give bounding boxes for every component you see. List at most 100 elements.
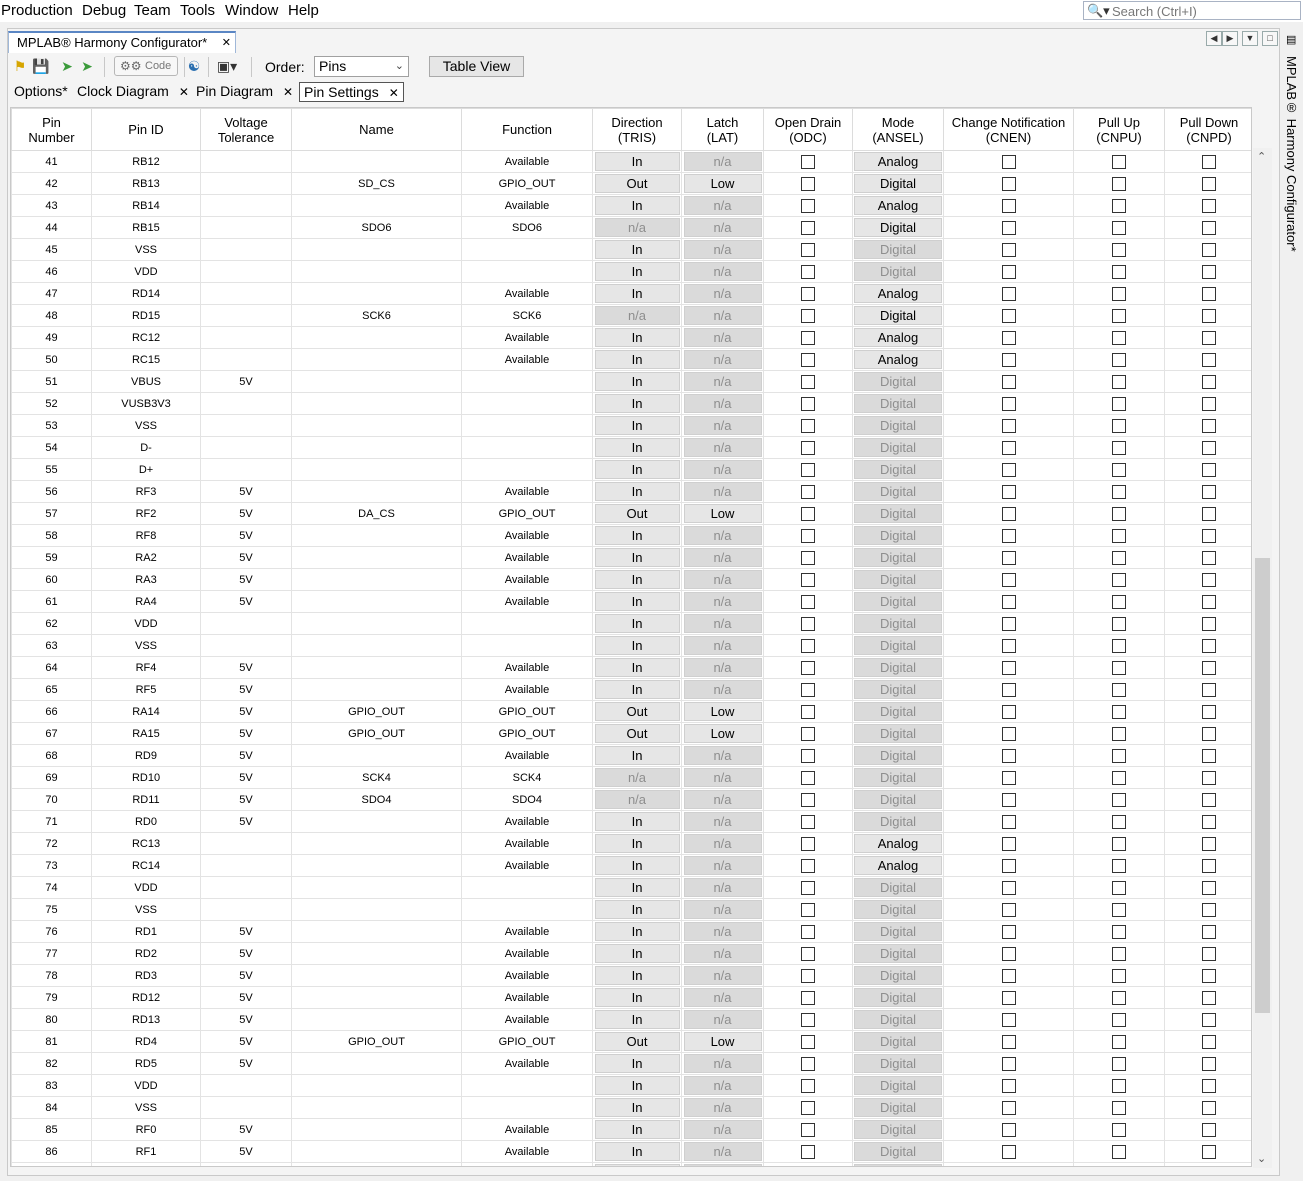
open-drain-checkbox[interactable]	[801, 198, 815, 213]
open-drain-checkbox[interactable]	[801, 1056, 815, 1071]
pull-down-checkbox[interactable]	[1202, 1144, 1216, 1159]
mode-toggle[interactable]: Digital	[854, 174, 942, 193]
mode-toggle[interactable]: Analog	[854, 350, 942, 369]
menu-help[interactable]: Help	[288, 2, 319, 19]
mode-toggle[interactable]: Digital	[854, 218, 942, 237]
change-notification-checkbox[interactable]	[1001, 242, 1016, 257]
change-notification-checkbox[interactable]	[1001, 286, 1016, 301]
change-notification-checkbox[interactable]	[1001, 704, 1016, 719]
change-notification-checkbox[interactable]	[1001, 220, 1016, 235]
change-notification-checkbox[interactable]	[1001, 968, 1016, 983]
open-drain-checkbox[interactable]	[801, 594, 815, 609]
pull-up-checkbox[interactable]	[1112, 1100, 1126, 1115]
change-notification-checkbox[interactable]	[1001, 374, 1016, 389]
pull-down-checkbox[interactable]	[1202, 506, 1216, 521]
pull-up-checkbox[interactable]	[1112, 242, 1126, 257]
open-drain-checkbox[interactable]	[801, 1122, 815, 1137]
change-notification-checkbox[interactable]	[1001, 924, 1016, 939]
change-notification-checkbox[interactable]	[1001, 748, 1016, 763]
pull-up-checkbox[interactable]	[1112, 154, 1126, 169]
pull-up-checkbox[interactable]	[1112, 616, 1126, 631]
close-icon[interactable]: ✕	[389, 86, 399, 100]
open-drain-checkbox[interactable]	[801, 770, 815, 785]
pull-up-checkbox[interactable]	[1112, 286, 1126, 301]
open-drain-checkbox[interactable]	[801, 1167, 815, 1168]
menu-team[interactable]: Team	[134, 2, 171, 19]
change-notification-checkbox[interactable]	[1001, 154, 1016, 169]
change-notification-checkbox[interactable]	[1001, 792, 1016, 807]
pull-down-checkbox[interactable]	[1202, 550, 1216, 565]
scrollbar-thumb[interactable]	[1255, 558, 1270, 1013]
pull-up-checkbox[interactable]	[1112, 550, 1126, 565]
open-drain-checkbox[interactable]	[801, 968, 815, 983]
change-notification-checkbox[interactable]	[1001, 440, 1016, 455]
open-drain-checkbox[interactable]	[801, 264, 815, 279]
pull-down-checkbox[interactable]	[1202, 704, 1216, 719]
scroll-down-icon[interactable]: ⌄	[1257, 1152, 1266, 1165]
pull-up-checkbox[interactable]	[1112, 660, 1126, 675]
change-notification-checkbox[interactable]	[1001, 660, 1016, 675]
col-header-mode[interactable]: Mode (ANSEL)	[852, 108, 944, 151]
pull-up-checkbox[interactable]	[1112, 1167, 1126, 1168]
open-drain-checkbox[interactable]	[801, 704, 815, 719]
latch-toggle[interactable]: Low	[683, 702, 762, 721]
open-drain-checkbox[interactable]	[801, 638, 815, 653]
open-drain-checkbox[interactable]	[801, 792, 815, 807]
menu-debug[interactable]: Debug	[82, 2, 126, 19]
pull-down-checkbox[interactable]	[1202, 286, 1216, 301]
pull-up-checkbox[interactable]	[1112, 1078, 1126, 1093]
menu-window[interactable]: Window	[225, 2, 278, 19]
direction-toggle[interactable]: In	[594, 856, 680, 875]
col-header-direction[interactable]: Direction (TRIS)	[592, 108, 682, 151]
open-drain-checkbox[interactable]	[801, 748, 815, 763]
pull-up-checkbox[interactable]	[1112, 462, 1126, 477]
direction-toggle[interactable]: In	[594, 548, 680, 567]
direction-toggle[interactable]: Out	[594, 702, 680, 721]
direction-toggle[interactable]: In	[594, 680, 680, 699]
pull-up-checkbox[interactable]	[1112, 704, 1126, 719]
pull-down-checkbox[interactable]	[1202, 308, 1216, 323]
pull-down-checkbox[interactable]	[1202, 440, 1216, 455]
pull-down-checkbox[interactable]	[1202, 1167, 1216, 1168]
pull-up-checkbox[interactable]	[1112, 1056, 1126, 1071]
pull-down-checkbox[interactable]	[1202, 682, 1216, 697]
menu-production[interactable]: Production	[1, 2, 73, 19]
open-drain-checkbox[interactable]	[801, 374, 815, 389]
change-notification-checkbox[interactable]	[1001, 550, 1016, 565]
direction-toggle[interactable]: In	[594, 460, 680, 479]
change-notification-checkbox[interactable]	[1001, 1144, 1016, 1159]
pull-up-checkbox[interactable]	[1112, 594, 1126, 609]
change-notification-checkbox[interactable]	[1001, 484, 1016, 499]
open-drain-checkbox[interactable]	[801, 902, 815, 917]
pull-up-checkbox[interactable]	[1112, 374, 1126, 389]
change-notification-checkbox[interactable]	[1001, 836, 1016, 851]
close-icon[interactable]: ✕	[222, 36, 231, 49]
direction-toggle[interactable]: In	[594, 1010, 680, 1029]
change-notification-checkbox[interactable]	[1001, 638, 1016, 653]
tab-options[interactable]: Options*	[14, 82, 68, 102]
col-header-pin-number[interactable]: Pin Number	[11, 108, 92, 151]
pull-down-checkbox[interactable]	[1202, 176, 1216, 191]
direction-toggle[interactable]: In	[594, 1054, 680, 1073]
col-header-pull-up[interactable]: Pull Up (CNPU)	[1073, 108, 1165, 151]
pull-down-checkbox[interactable]	[1202, 220, 1216, 235]
open-drain-checkbox[interactable]	[801, 242, 815, 257]
open-drain-checkbox[interactable]	[801, 220, 815, 235]
direction-toggle[interactable]: In	[594, 394, 680, 413]
pull-down-checkbox[interactable]	[1202, 968, 1216, 983]
direction-toggle[interactable]: In	[594, 1120, 680, 1139]
open-drain-checkbox[interactable]	[801, 462, 815, 477]
open-drain-checkbox[interactable]	[801, 924, 815, 939]
direction-toggle[interactable]: In	[594, 152, 680, 171]
col-header-function[interactable]: Function	[461, 108, 593, 151]
change-notification-checkbox[interactable]	[1001, 946, 1016, 961]
open-drain-checkbox[interactable]	[801, 1078, 815, 1093]
pull-down-checkbox[interactable]	[1202, 1034, 1216, 1049]
pull-down-checkbox[interactable]	[1202, 770, 1216, 785]
change-notification-checkbox[interactable]	[1001, 990, 1016, 1005]
scroll-tabs-right-icon[interactable]: ▶	[1222, 31, 1238, 46]
change-notification-checkbox[interactable]	[1001, 814, 1016, 829]
pull-up-checkbox[interactable]	[1112, 1012, 1126, 1027]
import-icon[interactable]: ➤	[58, 57, 76, 75]
change-notification-checkbox[interactable]	[1001, 462, 1016, 477]
